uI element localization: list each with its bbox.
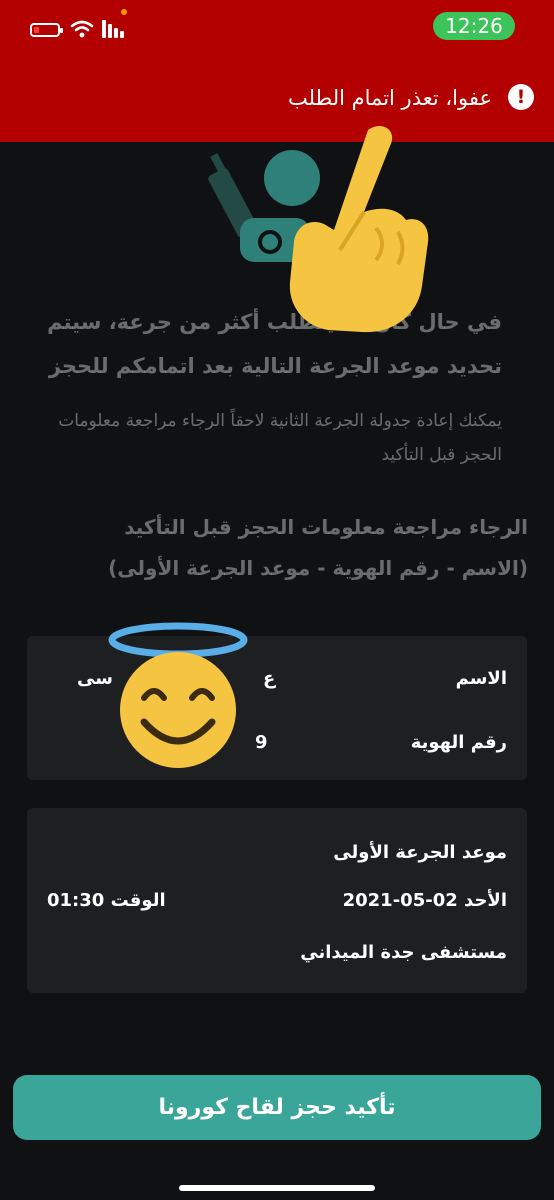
dose-time: الوقت 01:30 <box>47 890 166 911</box>
status-time: 12:26 <box>433 12 515 40</box>
name-label: الاسم <box>455 668 507 689</box>
privacy-indicator-dot <box>121 9 127 15</box>
intro-title-line2: تحديد موعد الجرعة التالية بعد اتمامكم لل… <box>48 354 502 378</box>
status-bar: 12:26 <box>0 0 554 60</box>
signal-icon <box>102 20 124 38</box>
id-label: رقم الهوية <box>410 732 507 753</box>
error-banner: عفوا، تعذر اتمام الطلب ! <box>0 60 554 142</box>
home-indicator <box>179 1185 375 1191</box>
intro-subtitle-line2: الحجز قبل التأكيد <box>381 445 502 465</box>
review-title-line1: الرجاء مراجعة معلومات الحجز قبل التأكيد <box>124 515 528 539</box>
wifi-icon <box>70 20 94 38</box>
first-dose-card: موعد الجرعة الأولى الأحد 02-05-2021 الوق… <box>27 808 527 993</box>
exclamation-icon: ! <box>508 84 534 110</box>
dose-time-value: 01:30 <box>47 890 105 911</box>
review-title-line2: (الاسم - رقم الهوية - موعد الجرعة الأولى… <box>108 556 528 580</box>
pointing-hand-emoji <box>289 125 429 333</box>
confirm-booking-label: تأكيد حجز لقاح كورونا <box>158 1095 396 1120</box>
review-instructions: الرجاء مراجعة معلومات الحجز قبل التأكيد … <box>40 507 528 589</box>
dose-location: مستشفى جدة الميداني <box>300 942 507 963</box>
smiling-face-with-halo-emoji <box>108 622 248 768</box>
confirm-booking-button[interactable]: تأكيد حجز لقاح كورونا <box>13 1075 541 1140</box>
name-value-start: ع <box>263 668 276 689</box>
battery-icon <box>30 23 63 37</box>
error-message: عفوا، تعذر اتمام الطلب <box>287 86 492 110</box>
id-value: 9 <box>255 732 268 753</box>
intro-subtitle: يمكنك إعادة جدولة الجرعة الثانية لاحقاً … <box>40 404 502 472</box>
personal-info-card: الاسم سى ع رقم الهوية 9 <box>27 636 527 780</box>
intro-subtitle-line1: يمكنك إعادة جدولة الجرعة الثانية لاحقاً … <box>58 411 502 431</box>
dose-date: الأحد 02-05-2021 <box>342 890 507 911</box>
dose-time-label: الوقت <box>110 890 166 911</box>
first-dose-heading: موعد الجرعة الأولى <box>333 842 507 863</box>
